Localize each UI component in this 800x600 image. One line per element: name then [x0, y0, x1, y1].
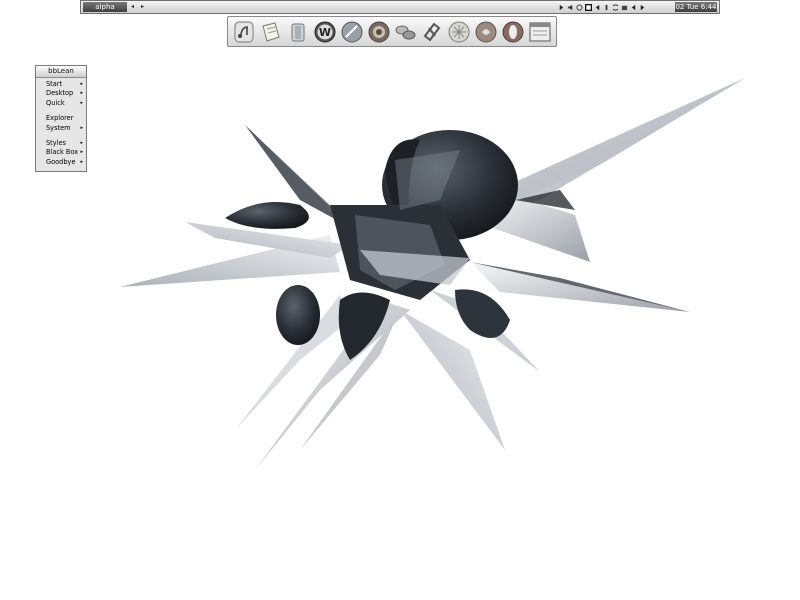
- submenu-arrow-icon: ▸: [80, 81, 83, 87]
- notepad-icon[interactable]: [259, 20, 283, 44]
- keyboard-icon[interactable]: [612, 3, 619, 11]
- clock[interactable]: 02 Tue 6:44: [675, 2, 717, 12]
- workspace-label[interactable]: alpha: [83, 2, 127, 12]
- menu-item-start[interactable]: Start ▸: [36, 80, 86, 89]
- submenu-arrow-icon: ▸: [80, 149, 83, 156]
- submenu-arrow-icon: ▸: [80, 90, 83, 97]
- network-icon[interactable]: [576, 3, 583, 11]
- menu-item-styles[interactable]: Styles ▸: [36, 139, 86, 148]
- menu-item-label: Explorer: [46, 114, 74, 123]
- tray-prev-icon[interactable]: [630, 4, 637, 11]
- menu-item-quick[interactable]: Quick ▸: [36, 99, 86, 108]
- menu-item-label: System: [46, 123, 71, 132]
- itunes-icon[interactable]: [232, 20, 256, 44]
- arrow-left-icon[interactable]: [594, 4, 601, 11]
- submenu-arrow-icon: ▸: [80, 99, 83, 106]
- tray-next-icon[interactable]: [639, 4, 646, 11]
- dock: W: [227, 16, 557, 47]
- menu-item-label: Quick: [46, 98, 65, 107]
- menu-item-system[interactable]: System ▸: [36, 124, 86, 133]
- monitor-icon[interactable]: [585, 3, 592, 11]
- menu-item-label: Goodbye: [46, 157, 76, 166]
- speaker-icon[interactable]: [567, 4, 574, 11]
- menu-title[interactable]: bbLean: [36, 66, 86, 78]
- menu-item-goodbye[interactable]: Goodbye ▸: [36, 158, 86, 167]
- menu-item-label: Desktop: [46, 89, 74, 98]
- toolbar: alpha ◂ ▸ 02 Tue 6:44: [80, 0, 720, 14]
- network-tool-icon[interactable]: [393, 20, 417, 44]
- firefox-icon[interactable]: [367, 20, 391, 44]
- opera-icon[interactable]: [501, 20, 525, 44]
- sync-icon[interactable]: [420, 20, 444, 44]
- bblean-menu: bbLean Start ▸ Desktop ▸ Quick ▸ Explorer S…: [35, 65, 87, 172]
- grid-app-icon[interactable]: [447, 20, 471, 44]
- tray-arrow-icon[interactable]: [558, 4, 565, 11]
- workspace-prev-button[interactable]: ◂: [131, 2, 134, 12]
- submenu-arrow-icon: ▸: [80, 139, 83, 146]
- menu-item-desktop[interactable]: Desktop ▸: [36, 89, 86, 98]
- menu-item-label: Black Box: [46, 148, 79, 157]
- battery-icon[interactable]: [621, 4, 628, 11]
- submenu-arrow-icon: ▸: [80, 124, 83, 131]
- winamp-icon[interactable]: W: [313, 20, 337, 44]
- window-app-icon[interactable]: [528, 20, 552, 44]
- menu-item-explorer[interactable]: Explorer: [36, 114, 86, 123]
- workspace-next-button[interactable]: ▸: [141, 2, 144, 12]
- menu-item-label: Start: [46, 80, 63, 88]
- volume-icon[interactable]: [603, 4, 610, 11]
- menu-item-label: Styles: [46, 138, 66, 147]
- media-player-icon[interactable]: [474, 20, 498, 44]
- submenu-arrow-icon: ▸: [80, 158, 83, 165]
- svg-text:W: W: [319, 26, 331, 39]
- abstract-shape: [120, 78, 745, 470]
- menu-item-blackbox[interactable]: Black Box ▸: [36, 148, 86, 157]
- system-tray: [558, 2, 646, 12]
- browser-icon[interactable]: [340, 20, 364, 44]
- recycle-bin-icon[interactable]: [286, 20, 310, 44]
- desktop-wallpaper: [120, 78, 745, 470]
